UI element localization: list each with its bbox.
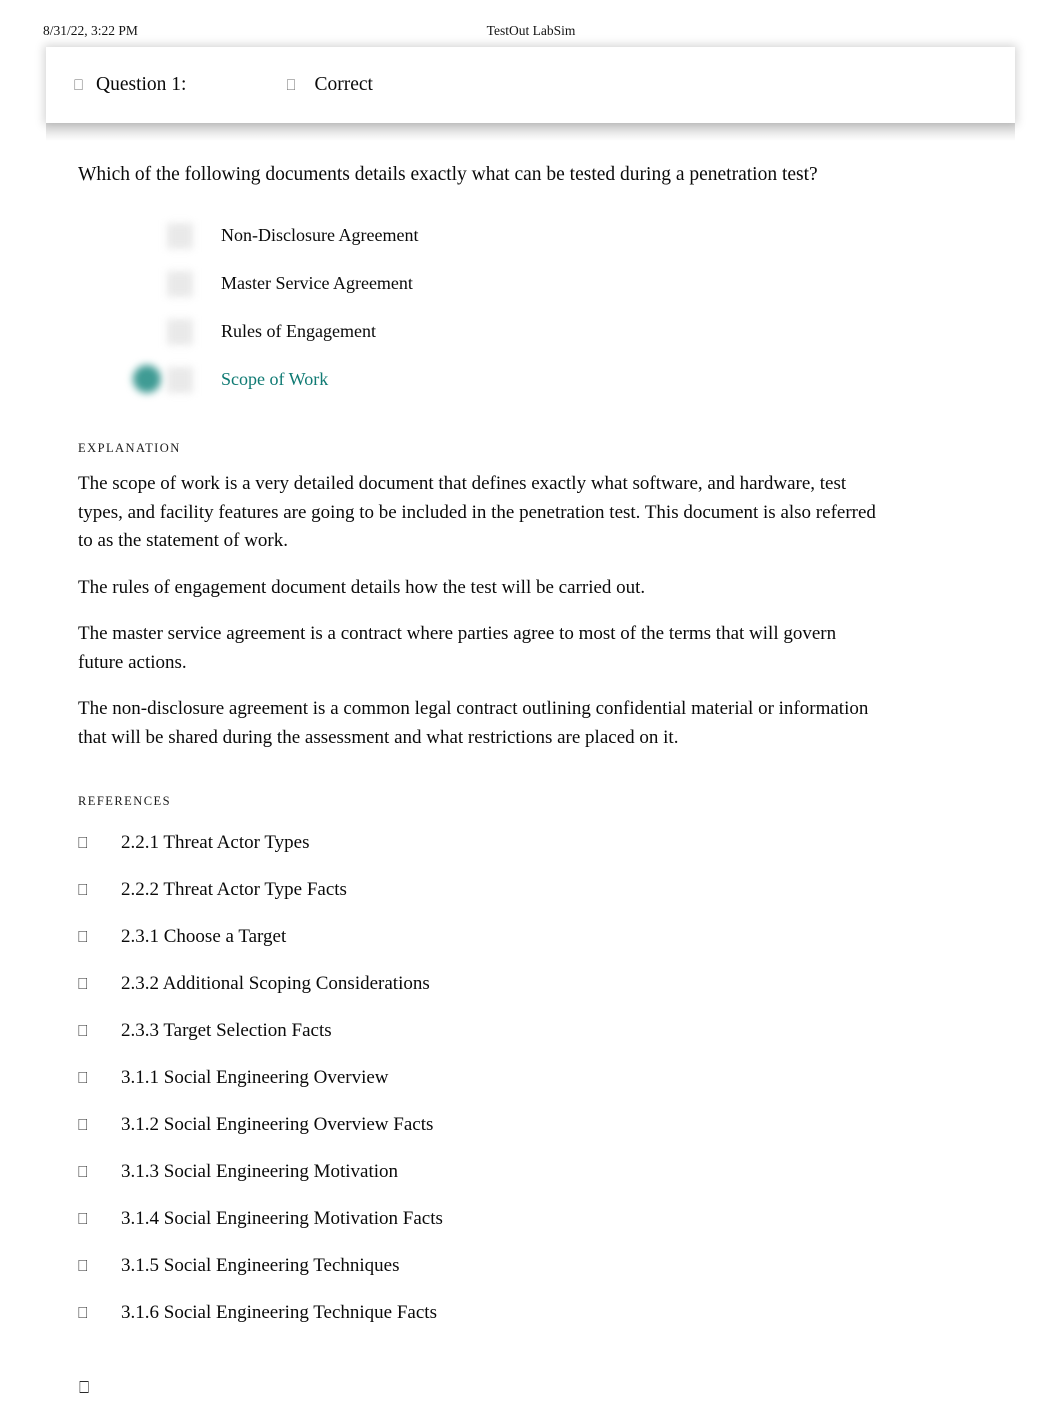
reference-bullet-icon: ⎕ — [78, 879, 88, 899]
radio-button[interactable] — [133, 314, 221, 348]
answer-option-non-disclosure-agreement[interactable]: Non-Disclosure Agreement — [78, 211, 985, 259]
radio-dot-icon — [133, 365, 161, 394]
print-title: TestOut LabSim — [486, 23, 576, 38]
reference-item[interactable]: ⎕ 3.1.5 Social Engineering Techniques — [78, 1242, 985, 1289]
radio-box-icon — [167, 319, 193, 346]
answer-options-list: Non-Disclosure Agreement Master Service … — [78, 211, 985, 403]
reference-item[interactable]: ⎕ 3.1.1 Social Engineering Overview — [78, 1054, 985, 1101]
reference-bullet-icon: ⎕ — [78, 1067, 88, 1087]
question-icon: ⎕ — [74, 76, 84, 94]
question-text: Which of the following documents details… — [78, 164, 818, 185]
explanation-paragraph: The rules of engagement document details… — [78, 576, 646, 598]
reference-label: 2.3.3 Target Selection Facts — [121, 1019, 332, 1041]
radio-button[interactable] — [133, 218, 221, 252]
explanation-paragraph: The non-disclosure agreement is a common… — [78, 698, 869, 748]
reference-item[interactable]: ⎕ 3.1.2 Social Engineering Overview Fact… — [78, 1101, 985, 1148]
reference-bullet-icon: ⎕ — [78, 1302, 88, 1322]
reference-label: 3.1.3 Social Engineering Motivation — [121, 1160, 399, 1182]
trailing-glyph-icon: ⎕ — [79, 1378, 90, 1399]
reference-bullet-icon: ⎕ — [78, 832, 88, 852]
answer-option-master-service-agreement[interactable]: Master Service Agreement — [78, 259, 985, 307]
reference-label: 2.3.1 Choose a Target — [121, 925, 287, 947]
reference-item[interactable]: ⎕ 3.1.4 Social Engineering Motivation Fa… — [78, 1195, 985, 1242]
reference-item[interactable]: ⎕ 2.3.1 Choose a Target — [78, 913, 985, 960]
references-heading: REFERENCES — [78, 794, 171, 809]
reference-item[interactable]: ⎕ 2.3.2 Additional Scoping Consideration… — [78, 960, 985, 1007]
reference-label: 3.1.2 Social Engineering Overview Facts — [121, 1113, 434, 1135]
reference-bullet-icon: ⎕ — [78, 1255, 88, 1275]
header-divider — [46, 123, 1015, 141]
bottom-spacer — [78, 1398, 985, 1414]
reference-label: 3.1.6 Social Engineering Technique Facts — [121, 1301, 437, 1323]
answer-option-scope-of-work[interactable]: Scope of Work — [78, 355, 985, 403]
answer-option-rules-of-engagement[interactable]: Rules of Engagement — [78, 307, 985, 355]
reference-bullet-icon: ⎕ — [78, 926, 88, 946]
reference-label: 2.3.2 Additional Scoping Considerations — [121, 972, 430, 994]
question-header: ⎕ Question 1: ⎕ Correct — [46, 47, 1015, 123]
explanation-paragraph: The scope of work is a very detailed doc… — [78, 473, 876, 552]
reference-item[interactable]: ⎕ 2.2.2 Threat Actor Type Facts — [78, 866, 985, 913]
reference-item[interactable]: ⎕ 2.3.3 Target Selection Facts — [78, 1007, 985, 1054]
question-header-strip: ⎕ Question 1: ⎕ Correct — [46, 47, 1015, 123]
reference-item[interactable]: ⎕ 2.2.1 Threat Actor Types — [78, 819, 985, 866]
reference-label: 2.2.1 Threat Actor Types — [121, 831, 310, 853]
answer-option-label: Non-Disclosure Agreement — [221, 224, 419, 245]
reference-bullet-icon: ⎕ — [78, 1114, 88, 1134]
status-badge: Correct — [314, 74, 373, 95]
reference-bullet-icon: ⎕ — [78, 1208, 88, 1228]
radio-box-icon — [167, 271, 193, 298]
reference-bullet-icon: ⎕ — [78, 1020, 88, 1040]
correct-status-icon: ⎕ — [286, 76, 296, 94]
radio-box-icon — [167, 367, 193, 394]
answer-option-label: Scope of Work — [221, 368, 329, 389]
question-body: Which of the following documents details… — [46, 141, 1015, 1414]
print-header: 8/31/22, 3:22 PM TestOut LabSim — [0, 23, 1062, 43]
radio-button[interactable] — [133, 266, 221, 300]
references-list: ⎕ 2.2.1 Threat Actor Types ⎕ 2.2.2 Threa… — [78, 819, 985, 1336]
reference-item[interactable]: ⎕ 3.1.6 Social Engineering Technique Fac… — [78, 1289, 985, 1336]
radio-button-selected[interactable] — [133, 362, 221, 396]
answer-option-label: Rules of Engagement — [221, 320, 376, 341]
reference-label: 2.2.2 Threat Actor Type Facts — [121, 878, 347, 900]
question-number-label: Question 1: — [96, 74, 187, 95]
question-card: ⎕ Question 1: ⎕ Correct Which of the fol… — [46, 47, 1015, 1414]
answer-option-label: Master Service Agreement — [221, 272, 413, 293]
explanation-heading: EXPLANATION — [78, 441, 181, 456]
reference-item[interactable]: ⎕ 3.1.3 Social Engineering Motivation — [78, 1148, 985, 1195]
reference-label: 3.1.4 Social Engineering Motivation Fact… — [121, 1207, 443, 1229]
reference-bullet-icon: ⎕ — [78, 1161, 88, 1181]
reference-bullet-icon: ⎕ — [78, 973, 88, 993]
reference-label: 3.1.5 Social Engineering Techniques — [121, 1254, 400, 1276]
radio-box-icon — [167, 223, 193, 250]
explanation-paragraph: The master service agreement is a contra… — [78, 623, 837, 673]
reference-label: 3.1.1 Social Engineering Overview — [121, 1066, 389, 1088]
